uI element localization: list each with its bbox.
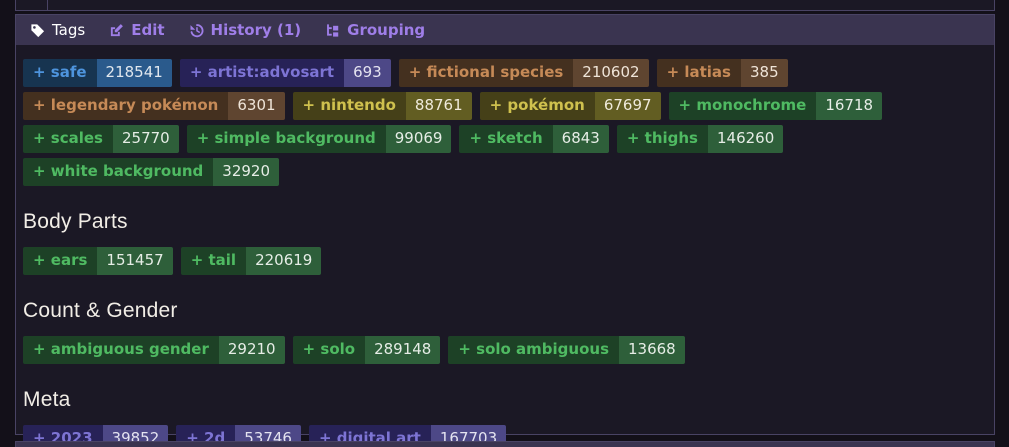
tag-row: + ears 151457 + tail 220619 [23,247,987,275]
edit-icon [109,23,124,38]
tag-chip: + safe 218541 [23,59,172,87]
tag-chip: + solo ambiguous 13668 [448,336,685,364]
section-heading: Count & Gender [23,299,178,322]
tag-chip: + artist:advosart 693 [179,59,391,87]
tag-add-link[interactable]: + ambiguous gender [23,336,219,364]
tag-chip: + simple background 99069 [186,125,452,153]
tag-chip: + solo 289148 [292,336,441,364]
tag-count[interactable]: 218541 [96,59,172,87]
tag-add-link[interactable]: + nintendo [292,92,406,120]
tag-count[interactable]: 693 [344,59,391,87]
tag-chip: + sketch 6843 [459,125,609,153]
tag-chip: + pokémon 67697 [479,92,661,120]
tag-chip: + ears 151457 [23,247,173,275]
tag-add-link[interactable]: + sketch [459,125,553,153]
previous-panel-divider [47,0,48,10]
tag-count[interactable]: 13668 [619,336,685,364]
tab-grouping[interactable]: Grouping [325,20,426,39]
tag-chip: + tail 220619 [180,247,322,275]
tags-panel-body: + safe 218541 + artist:advosart 693 + fictio… [16,45,994,447]
tag-count[interactable]: 6843 [552,125,609,153]
tag-chip: + white background 32920 [23,158,280,186]
tags-panel-toolbar: Tags Edit History (1) Grouping [16,15,994,45]
tag-add-link[interactable]: + latias [656,59,741,87]
tag-count[interactable]: 99069 [385,125,452,153]
tags-panel: Tags Edit History (1) Grouping + safe 218541… [15,14,995,447]
tag-count[interactable]: 289148 [365,336,441,364]
tab-tags[interactable]: Tags [30,20,86,39]
tab-label: History (1) [210,20,302,39]
section-heading: Meta [23,388,71,411]
tag-count[interactable]: 220619 [246,247,322,275]
tag-count[interactable]: 210602 [573,59,649,87]
tab-label: Tags [52,20,86,39]
tag-chip: + legendary pokémon 6301 [23,92,285,120]
tag-add-link[interactable]: + solo ambiguous [448,336,619,364]
tag-add-link[interactable]: + monochrome [668,92,817,120]
tag-add-link[interactable]: + artist:advosart [179,59,345,87]
tag-count[interactable]: 25770 [112,125,179,153]
tag-count[interactable]: 6301 [228,92,285,120]
tag-add-link[interactable]: + tail [180,247,247,275]
tag-chip: + ambiguous gender 29210 [23,336,285,364]
tag-chip: + nintendo 88761 [292,92,472,120]
tag-chip: + thighs 146260 [616,125,784,153]
tab-edit[interactable]: Edit [109,20,165,39]
tag-chip: + fictional species 210602 [398,59,649,87]
tab-label: Edit [131,20,165,39]
tag-count[interactable]: 88761 [405,92,472,120]
section-heading: Body Parts [23,210,128,233]
tag-count[interactable]: 385 [740,59,788,87]
tab-label: Grouping [347,20,426,39]
tag-count[interactable]: 67697 [594,92,661,120]
history-icon [189,23,204,38]
tag-row: + ambiguous gender 29210 + solo 289148 + sol… [23,336,987,364]
grouping-icon [325,23,340,38]
tag-add-link[interactable]: + thighs [616,125,708,153]
tag-add-link[interactable]: + fictional species [398,59,574,87]
tag-add-link[interactable]: + white background [23,158,214,186]
tag-add-link[interactable]: + legendary pokémon [23,92,229,120]
tag-add-link[interactable]: + scales [23,125,113,153]
tag-count[interactable]: 29210 [218,336,285,364]
tag-add-link[interactable]: + solo [292,336,366,364]
tag-chip: + monochrome 16718 [668,92,883,120]
tag-add-link[interactable]: + pokémon [479,92,595,120]
tag-chip: + scales 25770 [23,125,179,153]
next-panel-top-edge [15,441,995,447]
tag-count[interactable]: 151457 [97,247,173,275]
tag-add-link[interactable]: + ears [23,247,98,275]
tag-icon [30,23,45,38]
tag-count[interactable]: 16718 [816,92,883,120]
tag-count[interactable]: 32920 [213,158,280,186]
tag-count[interactable]: 146260 [708,125,784,153]
previous-panel-bottom-edge [15,0,995,11]
tag-row: + safe 218541 + artist:advosart 693 + fictio… [23,59,987,186]
tag-add-link[interactable]: + safe [23,59,97,87]
tag-add-link[interactable]: + simple background [186,125,386,153]
tab-history-1[interactable]: History (1) [189,20,302,39]
tag-chip: + latias 385 [656,59,788,87]
